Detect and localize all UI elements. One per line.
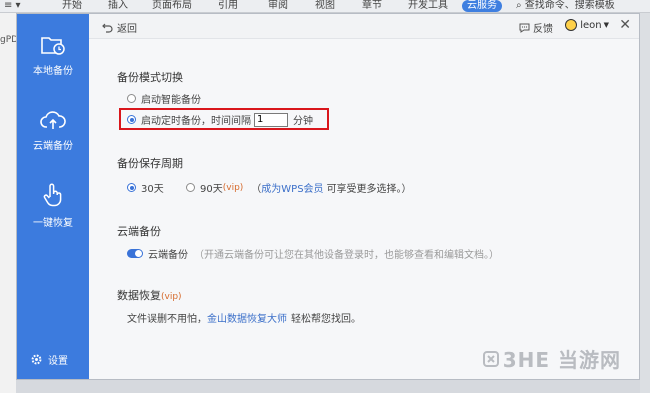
radio-90-days[interactable] [186, 183, 195, 192]
ribbon-search[interactable]: ⌕ 查找命令、搜索模板 [516, 0, 615, 12]
sidebar-item-label: 一键恢复 [33, 218, 73, 229]
recovery-title: 数据恢复(vip) [117, 287, 182, 303]
sidebar-item-label: 本地备份 [33, 66, 73, 77]
sidebar-item-local-backup[interactable]: 本地备份 [17, 34, 89, 77]
interval-unit: 分钟 [293, 116, 313, 127]
cloud-backup-toggle[interactable] [127, 249, 143, 258]
recovery-text-row: 文件误删不用怕， 金山数据恢复大师 轻松帮您找回。 [127, 310, 361, 325]
retention-note-rest: 可享受更多选择。） [326, 184, 412, 195]
cloud-backup-toggle-row: 云端备份 （开通云端备份可让您在其他设备登录时，也能够查看和编辑文档。） [127, 246, 499, 261]
option-timed-label: 启动定时备份，时间间隔 [141, 116, 251, 127]
option-30-label: 30天 [141, 184, 164, 195]
ribbon-tab-page-layout[interactable]: 页面布局 [152, 0, 192, 12]
back-arrow-icon [102, 23, 113, 33]
settings-content: 备份模式切换 启动智能备份 启动定时备份，时间间隔 分钟 备份保存周期 30天 … [89, 38, 639, 379]
backup-dialog: 本地备份 云端备份 一键恢复 设置 返回 反馈 leon ▼ ✕ 备份模式切换 … [16, 13, 640, 380]
retention-title: 备份保存周期 [117, 157, 183, 170]
right-edge [640, 13, 650, 393]
app-menu-icon[interactable]: ≡ ▾ [4, 0, 21, 12]
ribbon-tab-view[interactable]: 视图 [315, 0, 335, 12]
option-90-label: 90天 [200, 184, 223, 195]
ribbon-tab-chapter[interactable]: 章节 [362, 0, 382, 12]
radio-30-days[interactable] [127, 183, 136, 192]
cloud-title: 云端备份 [117, 225, 161, 238]
sidebar-item-one-click-restore[interactable]: 一键恢复 [17, 182, 89, 229]
become-member-link[interactable]: 成为WPS会员 [261, 180, 323, 195]
feedback-label: 反馈 [533, 24, 553, 35]
retention-note-open: （ [251, 184, 262, 195]
dialog-topbar: 返回 反馈 leon ▼ ✕ [89, 14, 639, 39]
back-label: 返回 [117, 24, 137, 35]
cloud-description: （开通云端备份可让您在其他设备登录时，也能够查看和编辑文档。） [194, 250, 499, 261]
avatar [565, 19, 578, 31]
sidebar: 本地备份 云端备份 一键恢复 设置 [17, 14, 89, 379]
search-icon: ⌕ [516, 0, 522, 11]
cloud-upload-icon [40, 111, 66, 129]
chevron-down-icon: ▼ [603, 21, 609, 29]
chat-bubble-icon [519, 23, 530, 33]
folder-clock-icon [41, 37, 65, 55]
radio-timed-backup[interactable] [127, 115, 136, 124]
document-edge: gPD [0, 13, 16, 393]
recovery-title-text: 数据恢复 [117, 289, 161, 302]
option-smart-label: 启动智能备份 [141, 95, 201, 106]
recovery-text-after: 轻松帮您找回。 [291, 314, 361, 325]
vip-tag: (vip) [161, 292, 182, 302]
user-menu[interactable]: leon ▼ [565, 19, 609, 31]
recovery-master-link[interactable]: 金山数据恢复大师 [207, 310, 287, 325]
feedback-button[interactable]: 反馈 [519, 20, 553, 35]
left-fragment-text: gPD [0, 35, 16, 45]
watermark-logo-icon [482, 350, 499, 367]
sidebar-item-label: 云端备份 [33, 141, 73, 152]
back-button[interactable]: 返回 [102, 20, 137, 35]
ribbon-tab-insert[interactable]: 插入 [108, 0, 128, 12]
interval-input[interactable] [254, 112, 288, 127]
radio-smart-backup[interactable] [127, 94, 136, 103]
ribbon-tab-review[interactable]: 审阅 [268, 0, 288, 12]
ribbon-search-text: 查找命令、搜索模板 [524, 0, 615, 11]
host-ribbon: ≡ ▾ 开始 插入 页面布局 引用 审阅 视图 章节 开发工具 云服务 ⌕ 查找… [0, 0, 650, 13]
vip-tag: (vip) [222, 182, 244, 193]
ribbon-tab-developer[interactable]: 开发工具 [408, 0, 448, 12]
option-smart-backup[interactable]: 启动智能备份 [127, 91, 201, 106]
close-icon[interactable]: ✕ [619, 17, 631, 33]
settings-label: 设置 [48, 356, 68, 367]
cloud-toggle-label: 云端备份 [148, 250, 188, 261]
sidebar-item-cloud-backup[interactable]: 云端备份 [17, 109, 89, 152]
ribbon-tab-reference[interactable]: 引用 [218, 0, 238, 12]
option-30-days[interactable]: 30天 [127, 180, 164, 195]
option-timed-backup[interactable]: 启动定时备份，时间间隔 分钟 [127, 112, 313, 127]
backup-mode-title: 备份模式切换 [117, 71, 183, 84]
option-90-days[interactable]: 90天 (vip) （ 成为WPS会员 可享受更多选择。） [186, 180, 412, 195]
gear-icon [31, 354, 42, 365]
recovery-text-before: 文件误删不用怕， [127, 314, 207, 325]
site-watermark: 3HE 当游网 [482, 344, 621, 373]
hand-tap-icon [43, 183, 62, 207]
user-name: leon [580, 19, 602, 31]
ribbon-tab-start[interactable]: 开始 [62, 0, 82, 12]
ribbon-tab-cloud-service[interactable]: 云服务 [462, 0, 502, 12]
watermark-text: 3HE 当游网 [502, 348, 621, 372]
settings-button[interactable]: 设置 [31, 352, 68, 367]
